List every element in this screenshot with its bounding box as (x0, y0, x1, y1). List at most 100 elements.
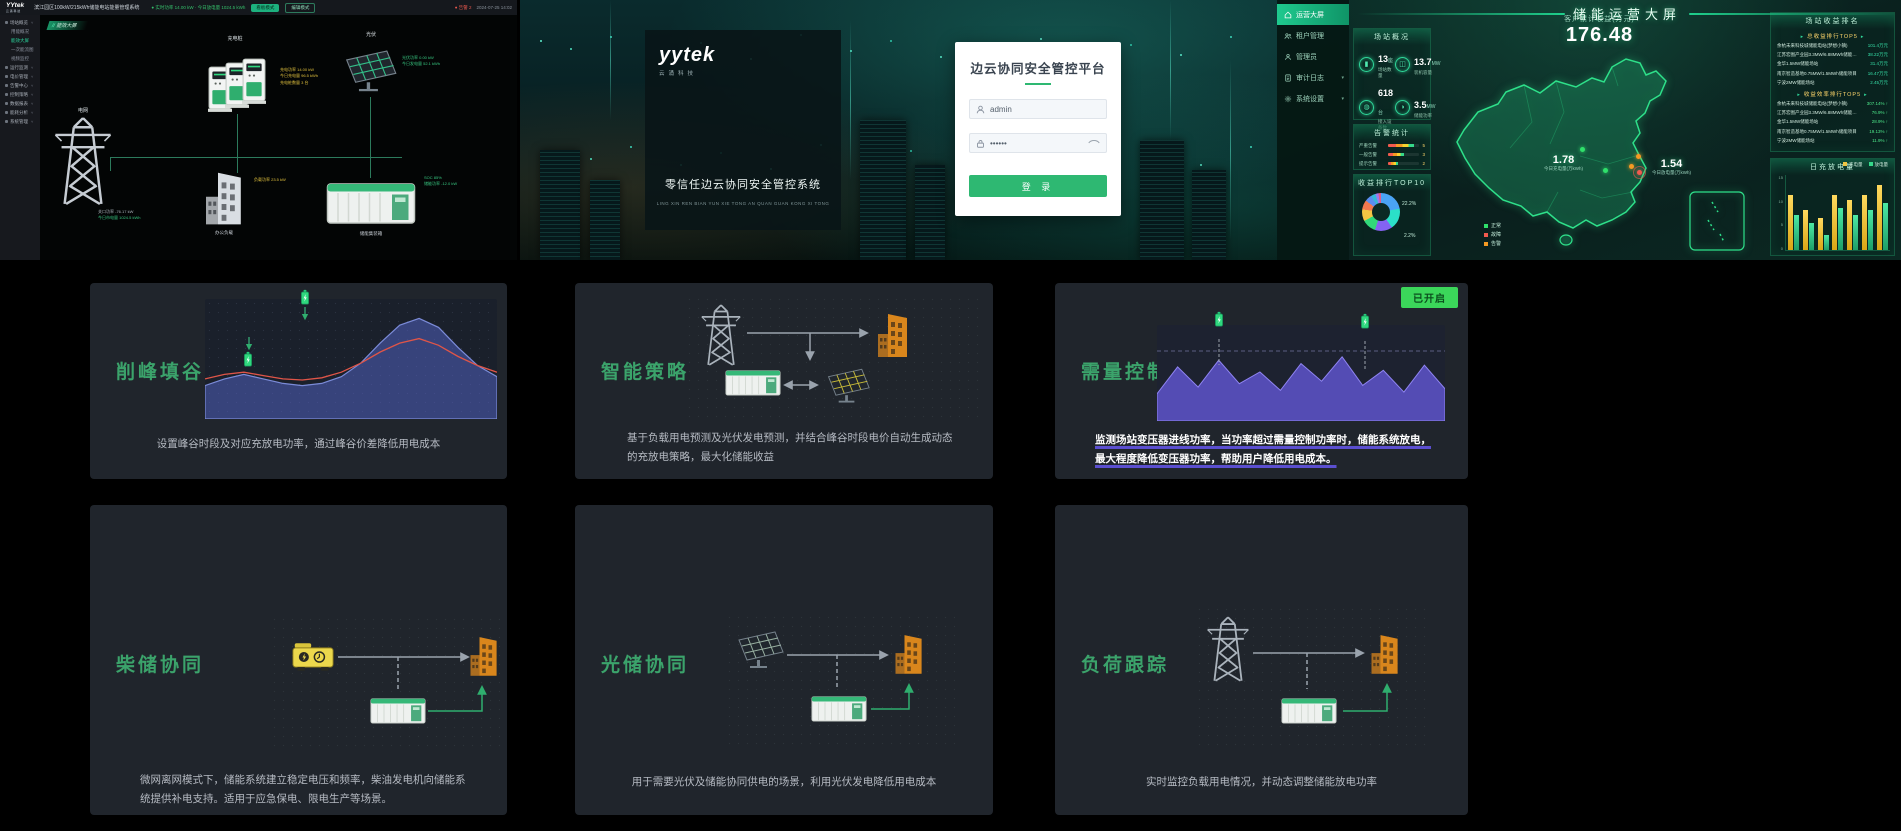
station-dot[interactable] (1580, 147, 1585, 152)
station-rank-panel: 场站收益排名 总收益排行TOP5 余杭未来科技城储能电站(梦想小镇)101.4万… (1770, 12, 1895, 152)
station-dot[interactable] (1603, 168, 1608, 173)
chevron-down-icon (30, 110, 33, 115)
rank-row[interactable]: 江苏宏图产业园3.3MW/6.88MWh储能电站76.9% ↑ (1771, 108, 1894, 117)
sidebar-item[interactable]: 运行监测 (0, 63, 40, 72)
sidebar-item[interactable]: 用能概况 (0, 27, 40, 36)
username-field[interactable]: admin (969, 99, 1107, 119)
sidebar-item-bigscreen[interactable]: 运营大屏 (1277, 4, 1349, 25)
china-outline (1457, 59, 1666, 228)
legend-item: 告警 (1484, 240, 1501, 247)
sidebar-item[interactable]: 能效大屏 (0, 36, 40, 45)
login-button[interactable]: 登 录 (969, 175, 1107, 197)
grid-readouts: 关口功率 -76.17 kW 今日市电量 1024.5 kWh (98, 209, 140, 222)
eye-icon[interactable] (1088, 139, 1100, 147)
ess-container-icon (811, 691, 867, 725)
charge-swatch (1843, 162, 1847, 166)
strategy-diagram (685, 295, 981, 421)
rank-row[interactable]: 宁波2MW储能场站11.9% ↑ (1771, 136, 1894, 145)
discharge-bar (1883, 203, 1888, 251)
rank-row[interactable]: 江苏宏图产业园3.3MW/6.88MWh储能电站38.22万元 (1771, 50, 1894, 59)
revenue-donut-panel: 收益排行TOP10 22.2% 2.2% (1353, 174, 1431, 256)
person-icon (1284, 53, 1292, 61)
ess-container-icon[interactable] (324, 175, 418, 229)
sidebar-item[interactable]: 视频监控 (0, 54, 40, 63)
rank-row[interactable]: 金华1.5MW储能场站31.4万元 (1771, 59, 1894, 68)
charge-bar (1803, 210, 1808, 250)
menu-icon (5, 93, 8, 96)
chevron-down-icon (30, 83, 33, 88)
enabled-badge: 已开启 (1401, 287, 1458, 308)
charge-bar (1788, 195, 1793, 250)
charge-bar (1847, 200, 1852, 250)
ess-readouts: SOC 85% 储能功率 -12.0 kW (424, 175, 457, 188)
edit-mode-button[interactable]: 编辑模式 (285, 3, 315, 13)
ems-logo: YYtek云涌科技 (0, 2, 28, 13)
load-diagram (1195, 605, 1430, 750)
sidebar-item-admins[interactable]: 管理员 (1277, 46, 1349, 67)
sidebar-item[interactable]: 告警中心 (0, 81, 40, 90)
alarm-bar (1388, 162, 1398, 165)
rank-row[interactable]: 宁波2MW储能场站2.45万元 (1771, 78, 1894, 87)
charging-cabinet-icon[interactable] (242, 57, 266, 105)
sidebar-item[interactable]: 一次能流图 (0, 45, 40, 54)
grid-label: 电网 (68, 107, 98, 114)
card-demand-control: 已开启 需量控制 监测场站变压器进线功率，当功率超过需量控制功率时，储能系统放电… (1055, 283, 1468, 479)
login-title: 边云协同安全管控平台 (969, 58, 1107, 77)
taiwan-inset (1690, 192, 1744, 250)
chevron-down-icon (30, 119, 33, 124)
sidebar-item[interactable]: 电价管理 (0, 72, 40, 81)
station-overview-panel: 场站概况 ▮ 13座场站数量 ◫ 13.7MW装机容量 ◍ 618台接入设备数 … (1353, 28, 1431, 120)
power-tower-icon[interactable] (52, 115, 114, 207)
board-mode-button[interactable]: 看板模式 (251, 4, 279, 12)
title-underline (1025, 83, 1051, 85)
station-dot[interactable] (1637, 170, 1642, 175)
password-field[interactable]: •••••• (969, 133, 1107, 153)
stat-icon: ◑ (1395, 100, 1410, 115)
daily-energy-panel: 日充放电量 充电量 放电量 151050 (1770, 158, 1895, 256)
building-icon[interactable] (200, 169, 248, 227)
rank-row[interactable]: 余杭未来科技城储能电站(梦想小镇)101.4万元 (1771, 41, 1894, 50)
y-tick: 15 (1775, 175, 1783, 180)
load-label: 办公负载 (198, 230, 250, 236)
sidebar-item[interactable]: 能耗分析 (0, 108, 40, 117)
rank-row[interactable]: 金华1.5MW储能场站28.9% ↑ (1771, 117, 1894, 126)
sidebar-item[interactable]: 数据报表 (0, 99, 40, 108)
discharge-bar (1809, 223, 1814, 251)
diesel-diagram (270, 615, 500, 750)
discharge-bar (1838, 208, 1843, 251)
station-dot[interactable] (1636, 154, 1641, 159)
solar-panel-icon (823, 365, 871, 405)
bar-group (1862, 175, 1873, 250)
chevron-down-icon: ▾ (1341, 75, 1344, 81)
screenshot-login-page: yytek 云涌科技 零信任边云协同安全管控系统 LING XIN REN BI… (520, 0, 1277, 260)
solar-panel-icon[interactable] (340, 45, 398, 95)
building-icon (873, 311, 913, 359)
discharge-swatch (1869, 162, 1873, 166)
sidebar-item-tenants[interactable]: 租户管理 (1277, 25, 1349, 46)
sidebar-item[interactable]: 控制策略 (0, 90, 40, 99)
hainan-island (1560, 235, 1572, 245)
discharge-bar (1868, 210, 1873, 250)
alarm-chip[interactable]: ● 告警 2 (455, 5, 472, 11)
sidebar-item-audit-log[interactable]: 审计日志▾ (1277, 67, 1349, 88)
bigscreen-header: 储能运营大屏 (1357, 4, 1897, 23)
sidebar-item[interactable]: 场站概览 (0, 18, 40, 27)
pv-diagram (725, 613, 955, 748)
gear-icon (1284, 95, 1292, 103)
screenshot-bigscreen: 运营大屏 租户管理 管理员 审计日志▾ 系统设置▾ 储能运营大屏 场站概况 ▮ … (1277, 0, 1901, 260)
bar-group (1803, 175, 1814, 250)
brand-headline: 零信任边云协同安全管控系统 (645, 176, 841, 192)
rank-row[interactable]: 南京智造基地0.75MW/1.5MWh储能项目19.13% ↑ (1771, 127, 1894, 136)
ess-container-icon (725, 365, 781, 399)
ems-canvas: //能效大屏 电网 关口功率 -76.17 kW 今日市电量 1024.5 kW… (40, 15, 517, 260)
chart-legend: 充电量 放电量 (1843, 162, 1888, 168)
stat-icon: ▮ (1359, 57, 1374, 72)
sidebar-item[interactable]: 系统管理 (0, 117, 40, 126)
sidebar-item-settings[interactable]: 系统设置▾ (1277, 88, 1349, 109)
battery-icon (1214, 311, 1224, 327)
rank-row[interactable]: 余杭未来科技城储能电站(梦想小镇)307.14% ↑ (1771, 99, 1894, 108)
alarm-bar (1388, 144, 1414, 147)
pv-label: 光伏 (356, 31, 386, 38)
discharge-bar (1824, 235, 1829, 250)
rank-row[interactable]: 南京智造基地0.75MW/1.5MWh储能项目16.47万元 (1771, 69, 1894, 78)
